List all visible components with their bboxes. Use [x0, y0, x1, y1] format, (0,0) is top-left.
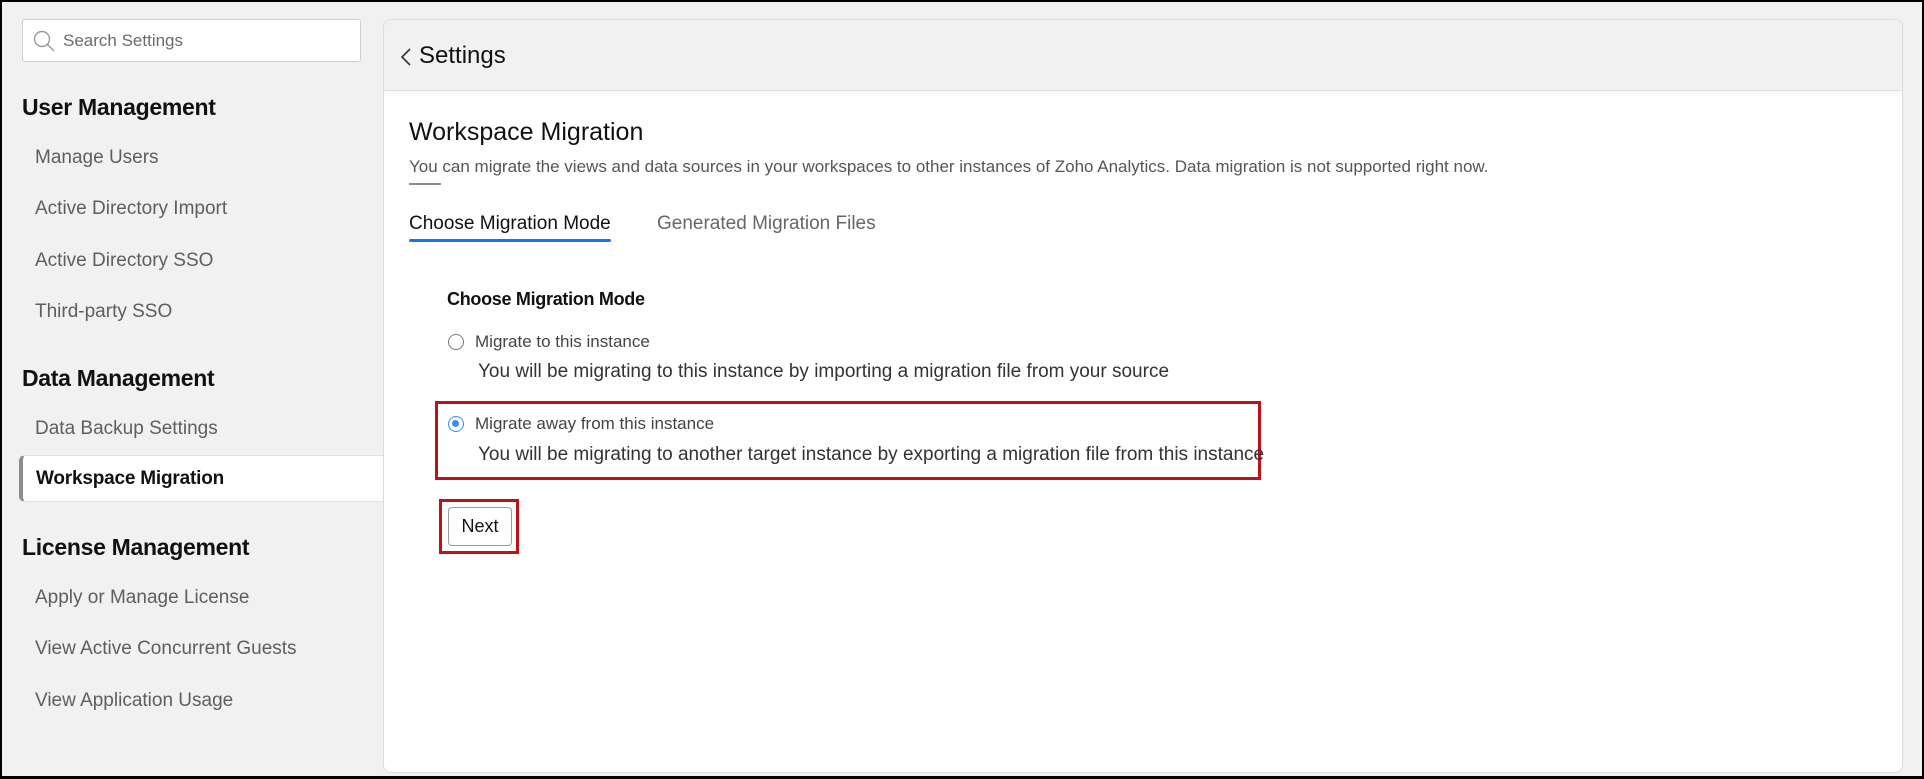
sidebar-item-label: Workspace Migration — [36, 468, 224, 489]
section-title: Choose Migration Mode — [447, 289, 645, 309]
sidebar-item-third-party-sso[interactable]: Third-party SSO — [35, 301, 172, 323]
tab-generated-migration-files[interactable]: Generated Migration Files — [657, 213, 876, 235]
sidebar-item-view-application-usage[interactable]: View Application Usage — [35, 690, 233, 712]
sidebar-item-apply-or-manage-license[interactable]: Apply or Manage License — [35, 587, 249, 609]
sidebar-item-data-backup-settings[interactable]: Data Backup Settings — [35, 418, 218, 440]
back-to-settings-link[interactable]: Settings — [419, 42, 506, 70]
tab-label: Choose Migration Mode — [409, 213, 611, 234]
next-button[interactable]: Next — [448, 507, 512, 546]
sidebar-item-active-directory-sso[interactable]: Active Directory SSO — [35, 250, 213, 272]
highlight-box-option — [435, 401, 1261, 480]
panel-header: Settings — [384, 20, 1902, 91]
tab-label: Generated Migration Files — [657, 213, 876, 234]
tab-choose-migration-mode[interactable]: Choose Migration Mode — [409, 213, 611, 242]
radio-migrate-to-this-instance[interactable] — [448, 334, 464, 350]
app-frame: User Management Manage Users Active Dire… — [2, 2, 1922, 776]
search-box[interactable] — [22, 19, 361, 62]
chevron-left-icon[interactable] — [400, 47, 412, 67]
section-heading-user-management: User Management — [22, 94, 216, 120]
page-description: You can migrate the views and data sourc… — [409, 157, 1489, 176]
search-input[interactable] — [63, 20, 353, 61]
sidebar-item-workspace-migration[interactable]: Workspace Migration — [19, 455, 385, 502]
sidebar-item-manage-users[interactable]: Manage Users — [35, 147, 159, 169]
page-title: Workspace Migration — [409, 118, 644, 146]
option-description-migrate-away: You will be migrating to another target … — [478, 444, 1265, 465]
sidebar-item-active-directory-import[interactable]: Active Directory Import — [35, 198, 227, 220]
active-tab-underline — [409, 239, 611, 242]
section-heading-data-management: Data Management — [22, 365, 215, 391]
option-label-migrate-to[interactable]: Migrate to this instance — [475, 332, 650, 352]
option-description-migrate-to: You will be migrating to this instance b… — [478, 361, 1170, 382]
main-panel: Settings Workspace Migration You can mig… — [383, 19, 1903, 773]
sidebar-item-view-active-concurrent-guests[interactable]: View Active Concurrent Guests — [35, 638, 297, 660]
radio-migrate-away-from-this-instance[interactable] — [448, 416, 464, 432]
divider — [409, 183, 441, 185]
option-label-migrate-away[interactable]: Migrate away from this instance — [475, 414, 714, 434]
section-heading-license-management: License Management — [22, 534, 250, 560]
search-icon — [33, 30, 55, 52]
